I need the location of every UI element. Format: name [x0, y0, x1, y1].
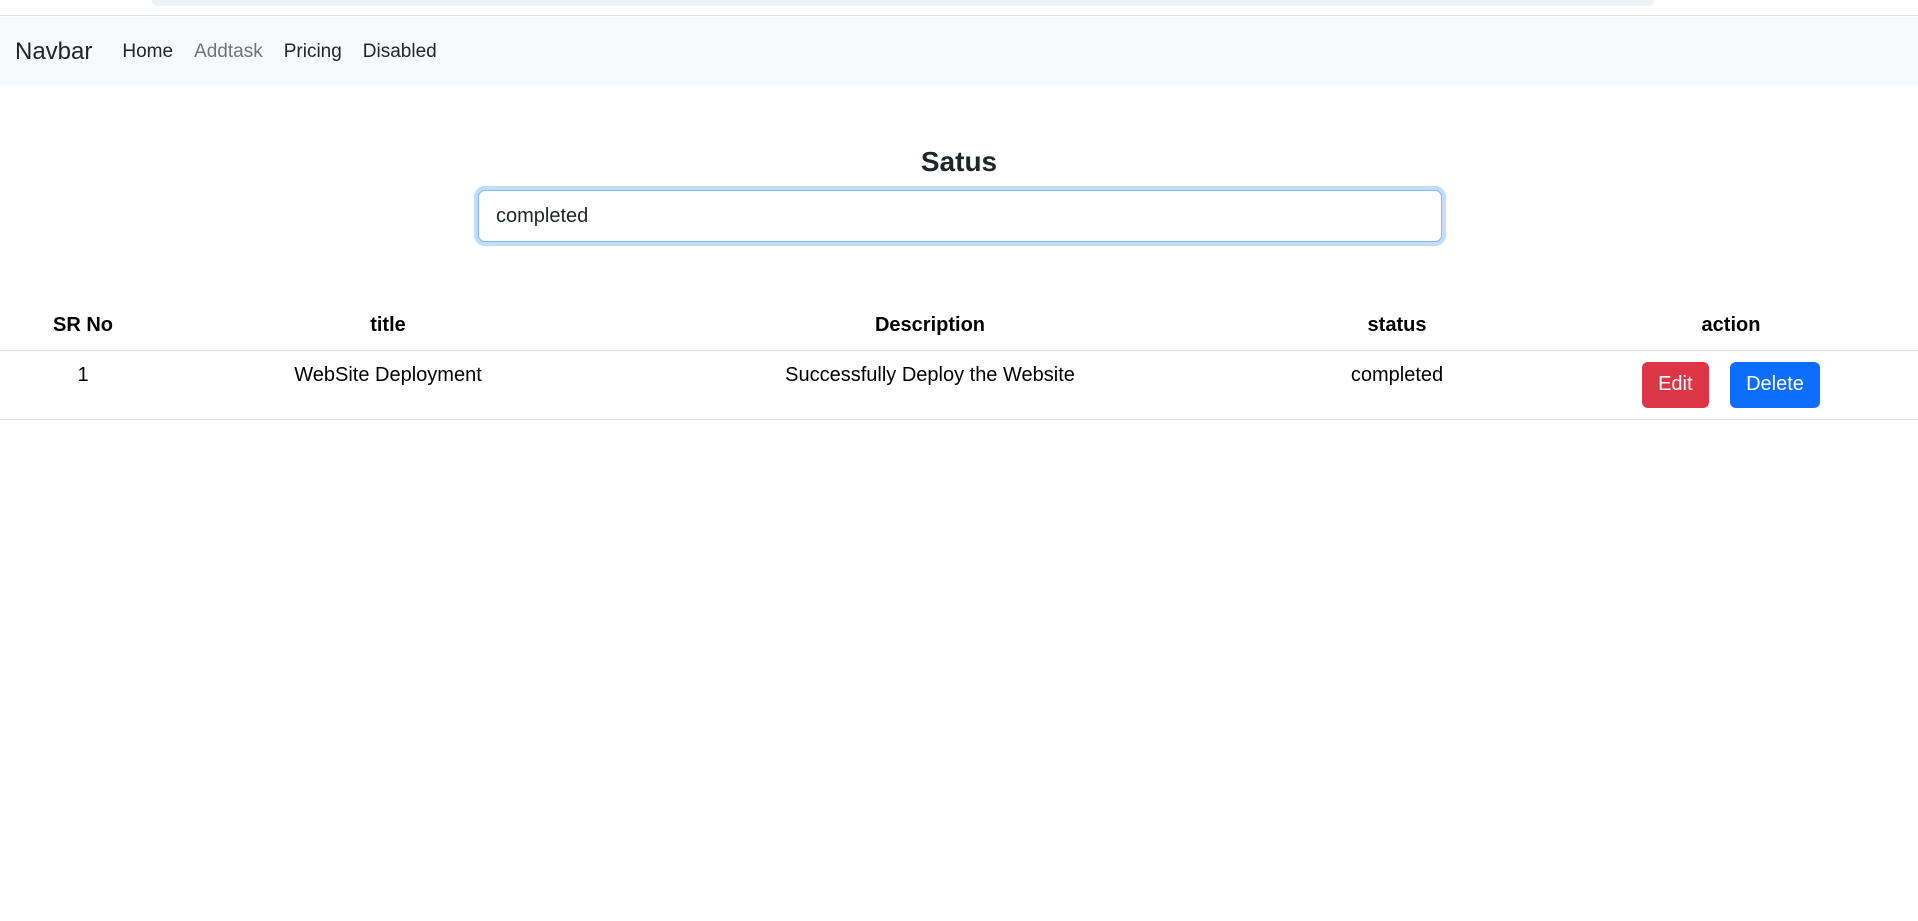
status-heading: Satus [920, 146, 998, 177]
navbar: Navbar Home Addtask Pricing Disabled [0, 17, 1918, 86]
nav-link-pricing[interactable]: Pricing [284, 41, 342, 63]
header-status: status [1250, 302, 1544, 351]
tasks-table: SR No title Description status action 1 … [0, 302, 1918, 420]
header-title: title [166, 302, 610, 351]
nav-link-home[interactable]: Home [122, 41, 173, 63]
status-filter-input[interactable] [478, 190, 1442, 242]
edit-button[interactable]: Edit [1642, 361, 1709, 408]
header-description: Description [610, 302, 1250, 351]
nav-link-disabled[interactable]: Disabled [363, 41, 437, 63]
browser-top-strip [0, 0, 1918, 16]
browser-address-bar-edge [152, 0, 1654, 6]
delete-button[interactable]: Delete [1730, 361, 1820, 408]
cell-sr-no: 1 [0, 350, 166, 420]
nav-link-addtask[interactable]: Addtask [194, 41, 263, 63]
header-sr-no: SR No [0, 302, 166, 351]
table-header-row: SR No title Description status action [0, 302, 1918, 351]
navbar-brand[interactable]: Navbar [15, 38, 92, 66]
table-row: 1 WebSite Deployment Successfully Deploy… [0, 350, 1918, 420]
header-action: action [1544, 302, 1918, 351]
cell-actions: Edit Delete [1544, 350, 1918, 420]
cell-status: completed [1250, 350, 1544, 420]
cell-title: WebSite Deployment [166, 350, 610, 420]
cell-description: Successfully Deploy the Website [610, 350, 1250, 420]
